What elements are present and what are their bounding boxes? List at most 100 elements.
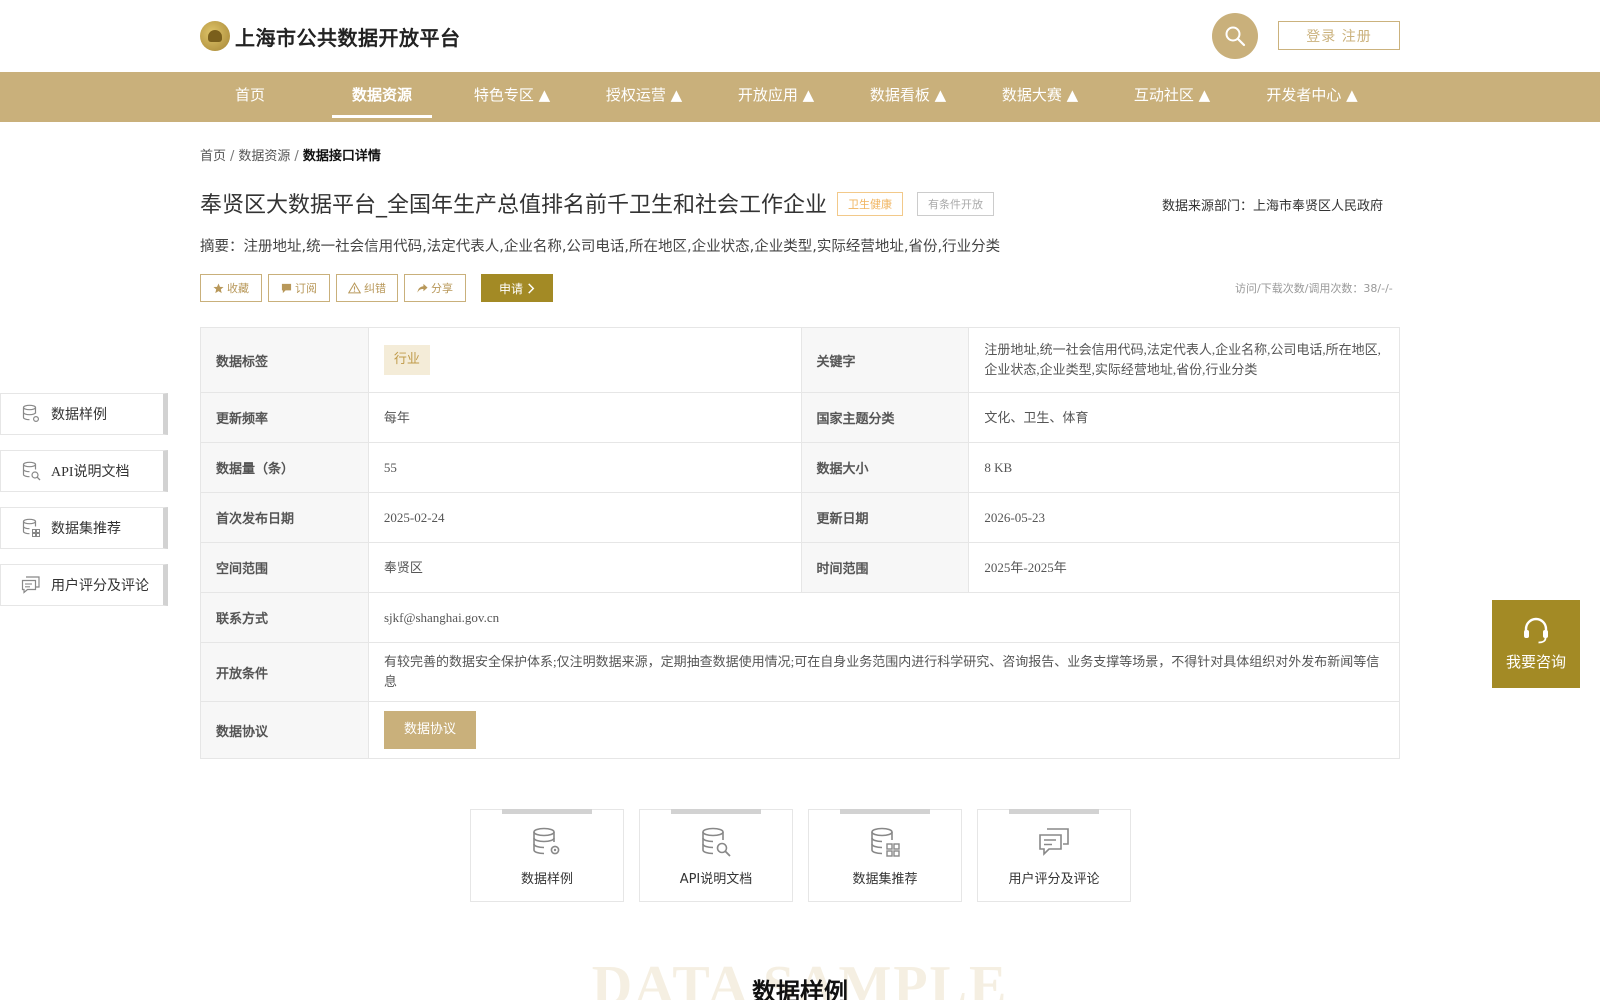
consult-button[interactable]: 我要咨询 [1492,600,1580,688]
site-header: 上海市公共数据开放平台 登录 注册 [0,0,1600,72]
table-row: 开放条件 有较完善的数据安全保护体系;仅注明数据来源，定期抽查数据使用情况;可在… [201,643,1399,702]
card-dataset-recommend[interactable]: 数据集推荐 [808,809,962,902]
logo-icon [200,21,230,51]
comment-icon [1039,828,1069,856]
apply-label: 申请 [498,281,523,296]
detail-value: 数据协议 [369,702,1399,758]
subscribe-label: 订阅 [295,282,317,295]
access-stats: 访问/下载次数/调用次数：38/-/- [1235,282,1393,295]
nav-item-developer[interactable]: 开发者中心 ▲ [1254,72,1370,122]
detail-key: 关键字 [801,328,970,392]
correct-button[interactable]: 纠错 [336,274,398,302]
side-nav-label: 用户评分及评论 [51,579,149,594]
detail-value: 2025-02-24 [368,493,802,542]
nav-item-authorized-ops[interactable]: 授权运营 ▲ [594,72,694,122]
card-data-sample[interactable]: 数据样例 [470,809,624,902]
card-label: API说明文档 [679,872,753,887]
data-protocol-button[interactable]: 数据协议 [384,711,476,749]
consult-label: 我要咨询 [1505,652,1566,671]
detail-key: 数据协议 [201,702,369,758]
favorite-label: 收藏 [227,282,249,295]
site-logo[interactable]: 上海市公共数据开放平台 [200,21,461,51]
apply-button[interactable]: 申请 [481,274,553,302]
detail-value: 每年 [368,393,802,442]
data-source: 数据来源部门：上海市奉贤区人民政府 [1162,199,1384,214]
data-tag-chip[interactable]: 行业 [383,345,430,375]
detail-value: 行业 [368,328,802,392]
open-condition-value: 有较完善的数据安全保护体系;仅注明数据来源，定期抽查数据使用情况;可在自身业务范… [369,643,1399,701]
chevron-right-icon [528,282,535,294]
comment-icon [21,576,40,594]
nav-item-home[interactable]: 首页 [230,72,270,122]
open-type-tag: 有条件开放 [917,192,994,216]
detail-value: 2025年-2025年 [969,543,1399,592]
card-rating-comments[interactable]: 用户评分及评论 [977,809,1131,902]
nav-active-indicator [332,115,432,118]
detail-key: 开放条件 [201,643,369,701]
table-row: 数据量（条） 55 数据大小 8 KB [201,443,1399,493]
breadcrumb-current: 数据接口详情 [302,149,381,164]
share-label: 分享 [431,282,453,295]
nav-item-dashboard[interactable]: 数据看板 ▲ [858,72,958,122]
subscribe-icon [281,283,292,293]
side-nav-label: 数据集推荐 [51,522,121,537]
side-nav-label: API说明文档 [51,465,130,480]
database-search-icon [702,827,731,857]
nav-item-featured[interactable]: 特色专区 ▲ [462,72,562,122]
breadcrumb: 首页 / 数据资源 / 数据接口详情 [200,145,381,164]
search-icon [1225,26,1246,47]
detail-value: 55 [368,443,802,492]
site-title: 上海市公共数据开放平台 [235,25,461,50]
detail-key: 国家主题分类 [801,393,970,442]
favorite-button[interactable]: 收藏 [200,274,262,302]
database-gear-icon [22,404,40,423]
side-nav-api-doc[interactable]: API说明文档 [0,450,168,492]
detail-key: 联系方式 [201,593,369,642]
nav-item-competition[interactable]: 数据大赛 ▲ [990,72,1090,122]
detail-key: 更新频率 [201,393,369,442]
main-nav: 首页 数据资源 特色专区 ▲ 授权运营 ▲ 开放应用 ▲ 数据看板 ▲ 数据大赛… [0,72,1600,122]
database-search-icon [22,461,41,481]
breadcrumb-separator: / [230,149,235,164]
card-label: 数据集推荐 [852,872,918,887]
card-label: 数据样例 [520,872,573,887]
card-top-bar [840,809,930,814]
page-title: 奉贤区大数据平台_全国年生产总值排名前千卫生和社会工作企业 [200,193,828,218]
share-icon [417,283,428,293]
table-row: 空间范围 奉贤区 时间范围 2025年-2025年 [201,543,1399,593]
card-top-bar [502,809,592,814]
detail-key: 首次发布日期 [201,493,369,542]
database-grid-icon [871,827,900,857]
side-nav-dataset-recommend[interactable]: 数据集推荐 [0,507,168,549]
card-label: 用户评分及评论 [1008,872,1100,887]
share-button[interactable]: 分享 [404,274,466,302]
breadcrumb-home[interactable]: 首页 [200,149,226,164]
table-row: 更新频率 每年 国家主题分类 文化、卫生、体育 [201,393,1399,443]
side-nav-rating-comments[interactable]: 用户评分及评论 [0,564,168,606]
detail-key: 数据大小 [801,443,970,492]
warning-icon [348,282,361,294]
side-nav-data-sample[interactable]: 数据样例 [0,393,168,435]
table-row: 首次发布日期 2025-02-24 更新日期 2026-05-23 [201,493,1399,543]
headset-icon [1524,617,1548,643]
detail-key: 更新日期 [801,493,970,542]
card-top-bar [671,809,761,814]
detail-value: 文化、卫生、体育 [969,393,1399,442]
nav-item-open-apps[interactable]: 开放应用 ▲ [726,72,826,122]
table-row: 联系方式 sjkf@shanghai.gov.cn [201,593,1399,643]
database-grid-icon [22,518,40,537]
table-row: 数据标签 行业 关键字 注册地址,统一社会信用代码,法定代表人,企业名称,公司电… [201,328,1399,393]
breadcrumb-resources[interactable]: 数据资源 [238,149,290,164]
search-button[interactable] [1212,13,1258,59]
detail-value: 8 KB [969,443,1399,492]
contact-email[interactable]: sjkf@shanghai.gov.cn [369,593,1399,642]
subscribe-button[interactable]: 订阅 [268,274,330,302]
nav-item-community[interactable]: 互动社区 ▲ [1122,72,1222,122]
card-top-bar [1009,809,1099,814]
login-register-button[interactable]: 登录 注册 [1278,21,1400,50]
detail-key: 数据标签 [201,328,369,392]
star-icon [213,282,224,293]
dataset-summary: 摘要：注册地址,统一社会信用代码,法定代表人,企业名称,公司电话,所在地区,企业… [200,239,1001,255]
card-api-doc[interactable]: API说明文档 [639,809,793,902]
detail-key: 数据量（条） [201,443,369,492]
